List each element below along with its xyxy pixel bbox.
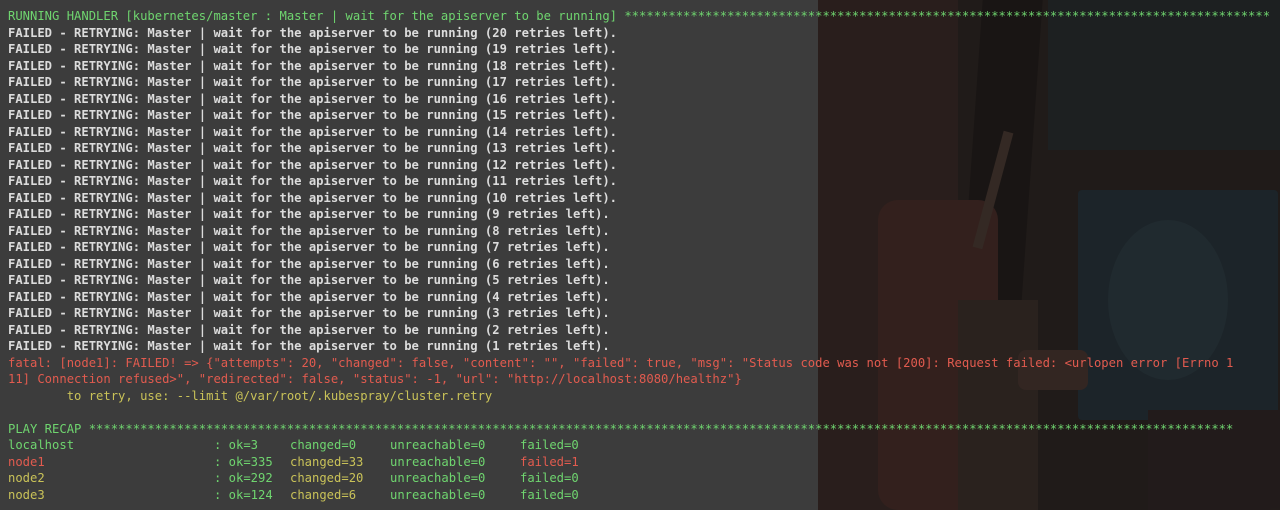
recap-host: localhost bbox=[8, 438, 75, 452]
retry-line: FAILED - RETRYING: Master | wait for the… bbox=[8, 75, 618, 89]
play-recap-header: PLAY RECAP *****************************… bbox=[8, 421, 1234, 436]
retry-line: FAILED - RETRYING: Master | wait for the… bbox=[8, 289, 610, 304]
recap-row: node2 : ok=292 changed=20 unreachable=0 fail… bbox=[8, 470, 1280, 487]
retry-line: FAILED - RETRYING: Master | wait for the… bbox=[8, 174, 618, 188]
recap-ok: : ok=335 bbox=[214, 454, 273, 469]
terminal-output[interactable]: RUNNING HANDLER [kubernetes/master : Mas… bbox=[8, 8, 1280, 510]
recap-unreachable: unreachable=0 bbox=[390, 471, 486, 485]
recap-unreachable: unreachable=0 bbox=[390, 438, 486, 452]
retry-line: FAILED - RETRYING: Master | wait for the… bbox=[8, 91, 618, 106]
retry-line: FAILED - RETRYING: Master | wait for the… bbox=[8, 108, 618, 122]
recap-ok: : ok=292 bbox=[214, 471, 273, 485]
recap-changed: changed=0 bbox=[290, 438, 357, 452]
fatal-error-line-continued: 11] Connection refused>", "redirected": … bbox=[8, 372, 742, 386]
retry-line: FAILED - RETRYING: Master | wait for the… bbox=[8, 339, 610, 353]
retry-line: FAILED - RETRYING: Master | wait for the… bbox=[8, 42, 618, 56]
recap-ok: : ok=3 bbox=[214, 438, 259, 452]
recap-changed: changed=33 bbox=[290, 454, 364, 469]
recap-unreachable: unreachable=0 bbox=[390, 487, 486, 502]
retry-line: FAILED - RETRYING: Master | wait for the… bbox=[8, 240, 610, 254]
recap-ok: : ok=124 bbox=[214, 487, 273, 502]
recap-host: node3 bbox=[8, 487, 45, 502]
play-recap-table: localhost : ok=3 changed=0 unreachable=0 fai… bbox=[8, 437, 1280, 503]
retry-hint: to retry, use: --limit @/var/root/.kubes… bbox=[8, 388, 493, 403]
recap-changed: changed=6 bbox=[290, 487, 357, 502]
recap-host: node1 bbox=[8, 454, 45, 469]
retry-line: FAILED - RETRYING: Master | wait for the… bbox=[8, 306, 610, 320]
retry-line: FAILED - RETRYING: Master | wait for the… bbox=[8, 157, 618, 172]
retry-line: FAILED - RETRYING: Master | wait for the… bbox=[8, 223, 610, 238]
handler-header: RUNNING HANDLER [kubernetes/master : Mas… bbox=[8, 9, 1271, 23]
recap-host: node2 bbox=[8, 471, 45, 485]
recap-row: node3 : ok=124 changed=6 unreachable=0 faile… bbox=[8, 487, 1280, 504]
recap-failed: failed=1 bbox=[520, 454, 579, 469]
retry-line: FAILED - RETRYING: Master | wait for the… bbox=[8, 273, 610, 287]
retry-line: FAILED - RETRYING: Master | wait for the… bbox=[8, 25, 618, 40]
retry-line: FAILED - RETRYING: Master | wait for the… bbox=[8, 207, 610, 221]
recap-failed: failed=0 bbox=[520, 438, 579, 452]
recap-row: node1 : ok=335 changed=33 unreachable=0 fail… bbox=[8, 454, 1280, 471]
recap-changed: changed=20 bbox=[290, 471, 364, 485]
retry-log: FAILED - RETRYING: Master | wait for the… bbox=[8, 25, 1280, 355]
recap-failed: failed=0 bbox=[520, 487, 579, 502]
recap-unreachable: unreachable=0 bbox=[390, 454, 486, 469]
retry-line: FAILED - RETRYING: Master | wait for the… bbox=[8, 256, 610, 271]
retry-line: FAILED - RETRYING: Master | wait for the… bbox=[8, 322, 610, 337]
retry-line: FAILED - RETRYING: Master | wait for the… bbox=[8, 58, 618, 73]
recap-failed: failed=0 bbox=[520, 471, 579, 485]
recap-row: localhost : ok=3 changed=0 unreachable=0 fai… bbox=[8, 437, 1280, 454]
fatal-error-line: fatal: [node1]: FAILED! => {"attempts": … bbox=[8, 355, 1234, 370]
retry-line: FAILED - RETRYING: Master | wait for the… bbox=[8, 141, 618, 155]
retry-line: FAILED - RETRYING: Master | wait for the… bbox=[8, 190, 618, 205]
retry-line: FAILED - RETRYING: Master | wait for the… bbox=[8, 124, 618, 139]
